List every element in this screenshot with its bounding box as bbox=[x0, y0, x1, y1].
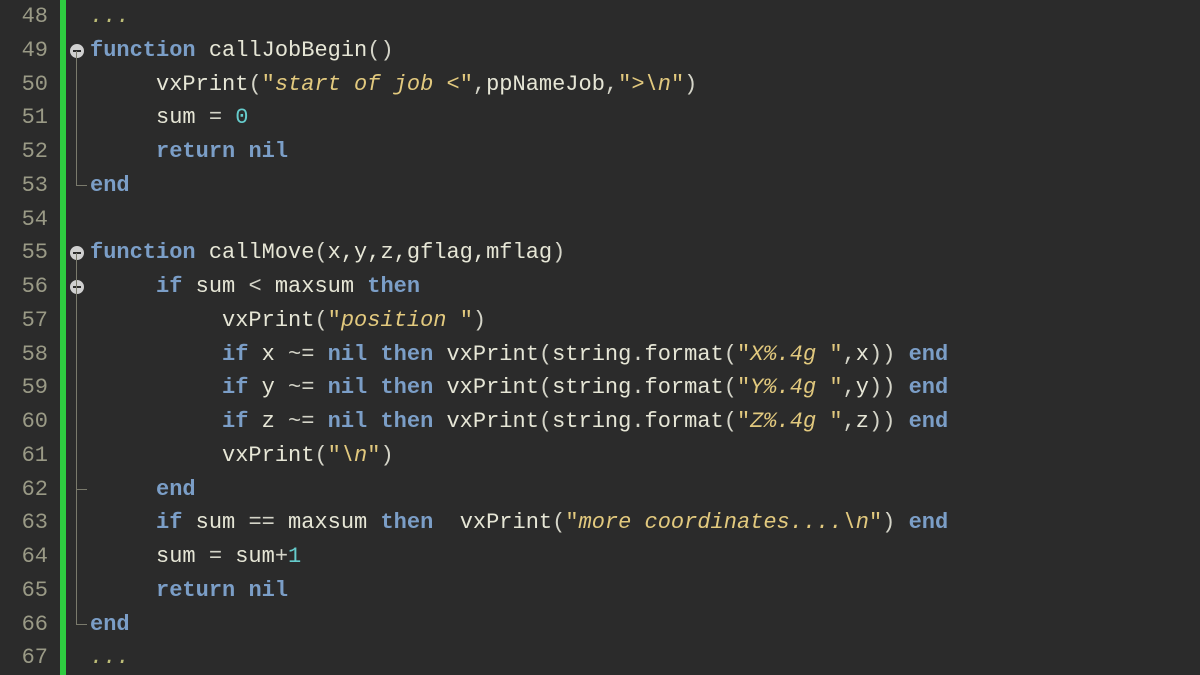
keyword-return: return bbox=[156, 139, 235, 164]
fold-toggle-icon[interactable] bbox=[70, 246, 84, 260]
string-literal: start of job < bbox=[275, 72, 460, 97]
code-line[interactable]: end bbox=[90, 169, 1200, 203]
change-indicator-bar bbox=[60, 0, 66, 675]
line-number: 63 bbox=[0, 506, 60, 540]
fold-cell bbox=[68, 101, 88, 135]
fold-cell bbox=[68, 135, 88, 169]
line-number: 65 bbox=[0, 574, 60, 608]
code-line[interactable]: vxPrint("start of job <",ppNameJob,">\n"… bbox=[90, 68, 1200, 102]
code-line[interactable]: if x ~= nil then vxPrint(string.format("… bbox=[90, 338, 1200, 372]
fold-cell bbox=[68, 338, 88, 372]
line-number: 55 bbox=[0, 236, 60, 270]
identifier: sum bbox=[156, 105, 196, 130]
fold-cell bbox=[68, 574, 88, 608]
function-name: callMove bbox=[209, 240, 315, 265]
line-number: 48 bbox=[0, 0, 60, 34]
fold-cell bbox=[68, 506, 88, 540]
line-number: 50 bbox=[0, 68, 60, 102]
line-number: 61 bbox=[0, 439, 60, 473]
code-line[interactable]: end bbox=[90, 608, 1200, 642]
line-number: 67 bbox=[0, 641, 60, 675]
call-vxprint: vxPrint bbox=[222, 308, 314, 333]
keyword-function: function bbox=[90, 38, 196, 63]
fold-cell[interactable] bbox=[68, 270, 88, 304]
line-number: 64 bbox=[0, 540, 60, 574]
fold-toggle-icon[interactable] bbox=[70, 44, 84, 58]
line-number: 57 bbox=[0, 304, 60, 338]
code-line[interactable]: if sum < maxsum then bbox=[90, 270, 1200, 304]
keyword-function: function bbox=[90, 240, 196, 265]
string-literal: Z%.4g bbox=[750, 409, 829, 434]
code-line[interactable]: function callMove(x,y,z,gflag,mflag) bbox=[90, 236, 1200, 270]
line-number: 66 bbox=[0, 608, 60, 642]
string-literal: \n bbox=[341, 443, 367, 468]
code-editor[interactable]: 4849505152535455565758596061626364656667… bbox=[0, 0, 1200, 675]
keyword-if: if bbox=[156, 274, 182, 299]
line-number: 51 bbox=[0, 101, 60, 135]
fold-cell[interactable] bbox=[68, 34, 88, 68]
code-line[interactable]: function callJobBegin() bbox=[90, 34, 1200, 68]
line-number: 58 bbox=[0, 338, 60, 372]
ellipsis: ... bbox=[90, 4, 130, 29]
fold-cell bbox=[68, 405, 88, 439]
fold-cell bbox=[68, 304, 88, 338]
fold-cell bbox=[68, 0, 88, 34]
code-area[interactable]: ... function callJobBegin() vxPrint("sta… bbox=[90, 0, 1200, 675]
function-name: callJobBegin bbox=[209, 38, 367, 63]
fold-cell bbox=[68, 371, 88, 405]
fold-cell bbox=[68, 473, 88, 507]
fold-toggle-icon[interactable] bbox=[70, 280, 84, 294]
code-line-empty[interactable] bbox=[90, 203, 1200, 237]
keyword-nil: nil bbox=[248, 578, 288, 603]
line-number: 62 bbox=[0, 473, 60, 507]
keyword-end: end bbox=[90, 612, 130, 637]
line-number: 54 bbox=[0, 203, 60, 237]
identifier: ppNameJob bbox=[486, 72, 605, 97]
keyword-end: end bbox=[156, 477, 196, 502]
fold-cell[interactable] bbox=[68, 236, 88, 270]
line-number: 52 bbox=[0, 135, 60, 169]
string-literal: >\n bbox=[631, 72, 671, 97]
keyword-nil: nil bbox=[248, 139, 288, 164]
call-vxprint: vxPrint bbox=[156, 72, 248, 97]
code-line[interactable]: ... bbox=[90, 0, 1200, 34]
parameter-list: x,y,z,gflag,mflag bbox=[328, 240, 552, 265]
call-vxprint: vxPrint bbox=[222, 443, 314, 468]
fold-cell bbox=[68, 641, 88, 675]
string-literal: Y%.4g bbox=[750, 375, 829, 400]
code-line[interactable]: return nil bbox=[90, 574, 1200, 608]
fold-cell bbox=[68, 608, 88, 642]
code-line[interactable]: ... bbox=[90, 641, 1200, 675]
code-line[interactable]: sum = sum+1 bbox=[90, 540, 1200, 574]
line-number: 56 bbox=[0, 270, 60, 304]
keyword-then: then bbox=[367, 274, 420, 299]
line-number: 60 bbox=[0, 405, 60, 439]
fold-cell bbox=[68, 68, 88, 102]
string-literal: more coordinates....\n bbox=[579, 510, 869, 535]
line-number: 59 bbox=[0, 371, 60, 405]
number-literal: 0 bbox=[235, 105, 248, 130]
fold-cell bbox=[68, 169, 88, 203]
line-number-gutter: 4849505152535455565758596061626364656667 bbox=[0, 0, 60, 675]
keyword-end: end bbox=[90, 173, 130, 198]
fold-cell bbox=[68, 439, 88, 473]
line-number: 49 bbox=[0, 34, 60, 68]
code-line[interactable]: if sum == maxsum then vxPrint("more coor… bbox=[90, 506, 1200, 540]
string-literal: X%.4g bbox=[750, 342, 829, 367]
code-line[interactable]: if y ~= nil then vxPrint(string.format("… bbox=[90, 371, 1200, 405]
code-line[interactable]: end bbox=[90, 473, 1200, 507]
line-number: 53 bbox=[0, 169, 60, 203]
code-line[interactable]: sum = 0 bbox=[90, 101, 1200, 135]
code-line[interactable]: vxPrint("position ") bbox=[90, 304, 1200, 338]
number-literal: 1 bbox=[288, 544, 301, 569]
fold-cell bbox=[68, 203, 88, 237]
fold-column[interactable] bbox=[68, 0, 88, 675]
code-line[interactable]: if z ~= nil then vxPrint(string.format("… bbox=[90, 405, 1200, 439]
string-literal: position bbox=[341, 308, 460, 333]
ellipsis: ... bbox=[90, 645, 130, 670]
fold-cell bbox=[68, 540, 88, 574]
code-line[interactable]: vxPrint("\n") bbox=[90, 439, 1200, 473]
code-line[interactable]: return nil bbox=[90, 135, 1200, 169]
keyword-return: return bbox=[156, 578, 235, 603]
